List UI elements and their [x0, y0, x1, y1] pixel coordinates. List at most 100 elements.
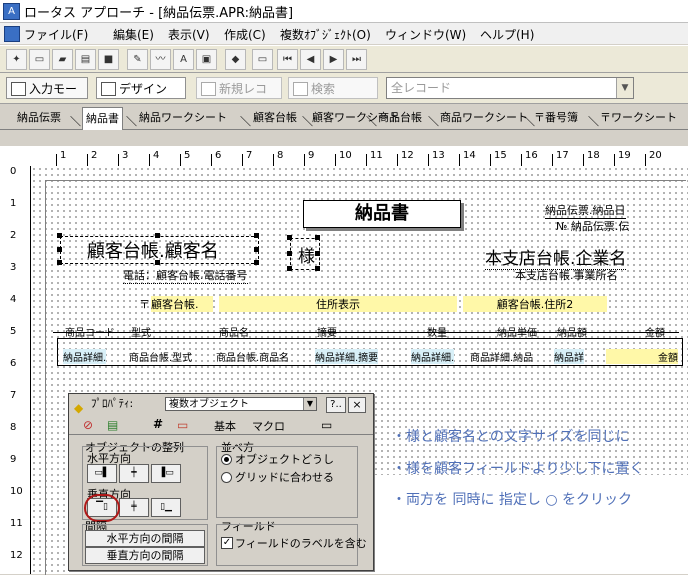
- include-label-checkbox[interactable]: ✓: [221, 537, 233, 549]
- tab-product-worksheet[interactable]: 商品ワークシート: [440, 109, 528, 127]
- resize-handle[interactable]: [57, 247, 62, 252]
- detail-field-8[interactable]: 金額: [606, 349, 678, 364]
- search-button[interactable]: 検索: [288, 77, 378, 99]
- tab-separator: ＼: [588, 115, 599, 128]
- display-tab-icon[interactable]: ▭: [177, 418, 188, 432]
- resize-handle[interactable]: [57, 260, 62, 265]
- design-button[interactable]: デザイン: [96, 77, 186, 99]
- branch-name-field[interactable]: 本支店台帳.事業所名: [515, 267, 618, 283]
- align-center-v-icon[interactable]: ╪: [119, 498, 149, 517]
- line-tab-icon[interactable]: ▤: [107, 418, 118, 432]
- slip-number-field[interactable]: № 納品伝票.伝: [556, 218, 629, 234]
- align-left-icon[interactable]: ▭▌: [87, 464, 117, 483]
- tab-postal-book[interactable]: 〒番号簿: [534, 109, 578, 127]
- resize-handle[interactable]: [155, 233, 160, 238]
- record-icon[interactable]: ▭: [252, 49, 273, 70]
- first-record-icon[interactable]: ⏮: [277, 49, 298, 70]
- chevron-down-icon[interactable]: ▼: [303, 398, 316, 410]
- ruler-tick: [366, 154, 367, 166]
- document-icon[interactable]: [4, 26, 20, 42]
- new-icon[interactable]: ✦: [6, 49, 27, 70]
- address-display-field[interactable]: 住所表示: [219, 296, 457, 312]
- radio-grid[interactable]: [221, 472, 232, 483]
- number-tab-icon[interactable]: #: [153, 417, 163, 431]
- input-mode-button[interactable]: 入力モード: [6, 77, 88, 118]
- object-select[interactable]: 複数オブジェクト ▼: [165, 397, 317, 411]
- resize-handle[interactable]: [287, 235, 292, 240]
- detail-field-2[interactable]: 商品台帳.型式: [129, 349, 192, 364]
- postal-code-field[interactable]: 顧客台帳.: [151, 296, 213, 312]
- detail-field-3[interactable]: 商品台帳.商品名: [216, 349, 289, 364]
- menu-help[interactable]: ヘルプ(H): [480, 26, 534, 43]
- dialog-title-bar[interactable]: ◆ ﾌﾟﾛﾊﾟﾃｨ: 複数オブジェクト ▼ ?.. ×: [69, 394, 373, 415]
- name-tab-icon[interactable]: ▭: [321, 418, 332, 432]
- tab-noukinsho[interactable]: 納品書: [82, 107, 123, 130]
- resize-handle[interactable]: [155, 260, 160, 265]
- ruler-icon[interactable]: 〰: [150, 49, 171, 70]
- detail-field-5[interactable]: 納品詳細.: [411, 349, 455, 364]
- tab-noukin-denpyo[interactable]: 納品伝票: [17, 109, 61, 127]
- menu-file[interactable]: ファイル(F): [24, 26, 88, 43]
- detail-field-4[interactable]: 納品詳細.摘要: [315, 349, 379, 364]
- next-record-icon[interactable]: ▶: [323, 49, 344, 70]
- diamond-icon[interactable]: ◆: [225, 49, 246, 70]
- text-tool-icon[interactable]: A: [173, 49, 194, 70]
- label-tool-icon[interactable]: ▣: [196, 49, 217, 70]
- customer-name-field[interactable]: 顧客台帳.顧客名: [87, 237, 219, 263]
- close-button[interactable]: ×: [348, 397, 366, 413]
- tab-basic[interactable]: 基本: [214, 418, 236, 434]
- detail-field-1[interactable]: 納品詳細.: [63, 349, 107, 364]
- resize-handle[interactable]: [315, 251, 320, 256]
- horizontal-spacing-button[interactable]: 水平方向の間隔: [85, 530, 205, 547]
- tab-product-ledger[interactable]: 商品台帳: [378, 109, 422, 127]
- align-right-icon[interactable]: ▐▭: [151, 464, 181, 483]
- save-icon[interactable]: ■: [98, 49, 119, 70]
- menu-objects[interactable]: 複数ｵﾌﾞｼﾞｪｸﾄ(O): [280, 26, 371, 43]
- menu-edit[interactable]: 編集(E): [113, 26, 154, 43]
- properties-dialog[interactable]: ◆ ﾌﾟﾛﾊﾟﾃｨ: 複数オブジェクト ▼ ?.. × ⊘ ▤ # ▭ 基本 マ…: [68, 393, 374, 571]
- last-record-icon[interactable]: ⏭: [346, 49, 367, 70]
- ruler-tick: [335, 154, 336, 166]
- ruler-tick-label: 0: [10, 166, 17, 177]
- tab-customer-ledger[interactable]: 顧客台帳: [253, 109, 297, 127]
- prev-record-icon[interactable]: ◀: [300, 49, 321, 70]
- app-icon[interactable]: A: [3, 3, 20, 20]
- ruler-tick: [273, 154, 274, 166]
- resize-handle[interactable]: [315, 235, 320, 240]
- detail-field-7[interactable]: 納品詳: [554, 349, 584, 364]
- align-bottom-icon[interactable]: ▯▁: [151, 498, 181, 517]
- detail-field-6[interactable]: 商品詳細.納品: [470, 349, 533, 364]
- ruler-tick: [490, 154, 491, 166]
- open-icon[interactable]: ▭: [29, 49, 50, 70]
- new-record-button[interactable]: 新規レコード: [196, 77, 282, 118]
- chevron-down-icon[interactable]: ▼: [616, 78, 633, 98]
- form-title[interactable]: 納品書: [303, 200, 461, 228]
- date-field[interactable]: 納品伝票.納品日: [545, 202, 626, 219]
- resize-handle[interactable]: [254, 233, 259, 238]
- sama-label[interactable]: 様: [298, 242, 315, 267]
- folder-icon[interactable]: ▰: [52, 49, 73, 70]
- address2-field[interactable]: 顧客台帳.住所2: [463, 296, 607, 312]
- color-tab-icon[interactable]: ⊘: [83, 418, 93, 432]
- resize-handle[interactable]: [287, 251, 292, 256]
- resize-handle[interactable]: [254, 260, 259, 265]
- menu-view[interactable]: 表示(V): [168, 26, 210, 43]
- record-filter-select[interactable]: 全レコード ▼: [386, 77, 634, 99]
- ruler-tick: [583, 154, 584, 166]
- menu-create[interactable]: 作成(C): [224, 26, 266, 43]
- resize-handle[interactable]: [57, 233, 62, 238]
- menu-window[interactable]: ウィンドウ(W): [385, 26, 466, 43]
- resize-handle[interactable]: [287, 266, 292, 271]
- pencil-icon[interactable]: ✎: [127, 49, 148, 70]
- phone-field[interactable]: 電話：顧客台帳.電話番号: [123, 267, 248, 284]
- print-icon[interactable]: ▤: [75, 49, 96, 70]
- radio-objects[interactable]: [221, 454, 232, 465]
- resize-handle[interactable]: [315, 266, 320, 271]
- tab-macro[interactable]: マクロ: [252, 418, 285, 434]
- vertical-spacing-button[interactable]: 垂直方向の間隔: [85, 547, 205, 564]
- help-button[interactable]: ?..: [326, 397, 346, 413]
- tab-postal-worksheet[interactable]: 〒ワークシート: [600, 109, 677, 127]
- resize-handle[interactable]: [254, 247, 259, 252]
- align-center-h-icon[interactable]: ┿: [119, 464, 149, 483]
- tab-noukin-worksheet[interactable]: 納品ワークシート: [139, 109, 227, 127]
